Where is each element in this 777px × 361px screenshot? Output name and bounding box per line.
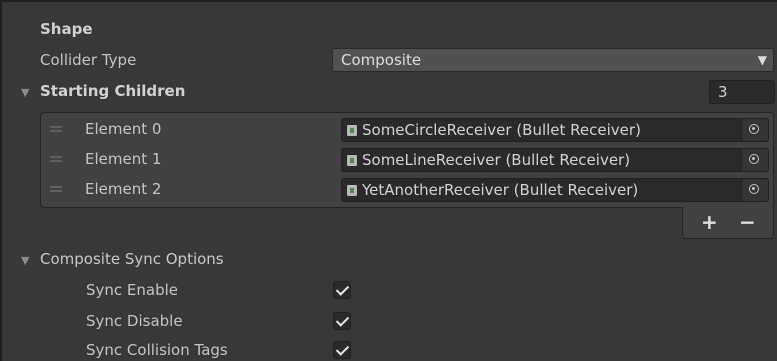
element-label: Element 2 xyxy=(85,180,162,198)
starting-children-count-field[interactable]: 3 xyxy=(709,80,775,104)
list-item[interactable]: Element 0 SomeCircleReceiver (Bullet Rec… xyxy=(41,115,773,145)
checkmark-icon xyxy=(335,313,350,327)
target-circle-icon xyxy=(749,184,759,194)
script-asset-icon xyxy=(347,155,357,166)
element-label: Element 1 xyxy=(85,150,162,168)
sync-enable-checkbox[interactable] xyxy=(333,281,351,299)
object-field-value: SomeCircleReceiver (Bullet Receiver) xyxy=(362,121,641,139)
starting-children-list: Element 0 SomeCircleReceiver (Bullet Rec… xyxy=(40,112,774,208)
sync-enable-label: Sync Enable xyxy=(86,281,179,299)
starting-children-label[interactable]: Starting Children xyxy=(40,82,185,100)
sync-collision-tags-label: Sync Collision Tags xyxy=(86,341,228,359)
starting-children-count: 3 xyxy=(718,83,728,101)
list-item[interactable]: Element 2 YetAnotherReceiver (Bullet Rec… xyxy=(41,175,773,205)
list-item[interactable]: Element 1 SomeLineReceiver (Bullet Recei… xyxy=(41,145,773,175)
drag-handle-icon[interactable] xyxy=(50,156,62,162)
target-circle-icon xyxy=(749,124,759,134)
object-picker-button[interactable] xyxy=(741,179,768,201)
object-field[interactable]: YetAnotherReceiver (Bullet Receiver) xyxy=(341,178,769,202)
drag-handle-icon[interactable] xyxy=(50,126,62,132)
object-field[interactable]: SomeLineReceiver (Bullet Receiver) xyxy=(341,148,769,172)
collider-type-value: Composite xyxy=(341,51,422,69)
sync-disable-label: Sync Disable xyxy=(86,312,183,330)
object-field-value: YetAnotherReceiver (Bullet Receiver) xyxy=(362,181,639,199)
inspector-panel: Shape Collider Type Composite ▼ ▼ Starti… xyxy=(0,0,777,361)
shape-header: Shape xyxy=(40,20,93,38)
checkmark-icon xyxy=(335,282,350,296)
target-circle-icon xyxy=(749,154,759,164)
element-label: Element 0 xyxy=(85,120,162,138)
sync-disable-checkbox[interactable] xyxy=(333,312,351,330)
checkmark-icon xyxy=(335,342,350,356)
collider-type-label: Collider Type xyxy=(40,51,137,69)
object-field[interactable]: SomeCircleReceiver (Bullet Receiver) xyxy=(341,118,769,142)
list-footer: + − xyxy=(682,207,774,239)
add-element-button[interactable]: + xyxy=(701,210,718,234)
remove-element-button[interactable]: − xyxy=(739,210,756,234)
object-picker-button[interactable] xyxy=(741,119,768,141)
triangle-down-icon[interactable]: ▼ xyxy=(21,86,29,99)
collider-type-dropdown[interactable]: Composite ▼ xyxy=(332,48,774,72)
caret-down-icon: ▼ xyxy=(757,53,767,67)
object-picker-button[interactable] xyxy=(741,149,768,171)
composite-sync-options-label[interactable]: Composite Sync Options xyxy=(40,250,224,268)
drag-handle-icon[interactable] xyxy=(50,186,62,192)
object-field-value: SomeLineReceiver (Bullet Receiver) xyxy=(362,151,631,169)
script-asset-icon xyxy=(347,185,357,196)
script-asset-icon xyxy=(347,125,357,136)
triangle-down-icon[interactable]: ▼ xyxy=(21,254,29,267)
sync-collision-tags-checkbox[interactable] xyxy=(333,341,351,359)
